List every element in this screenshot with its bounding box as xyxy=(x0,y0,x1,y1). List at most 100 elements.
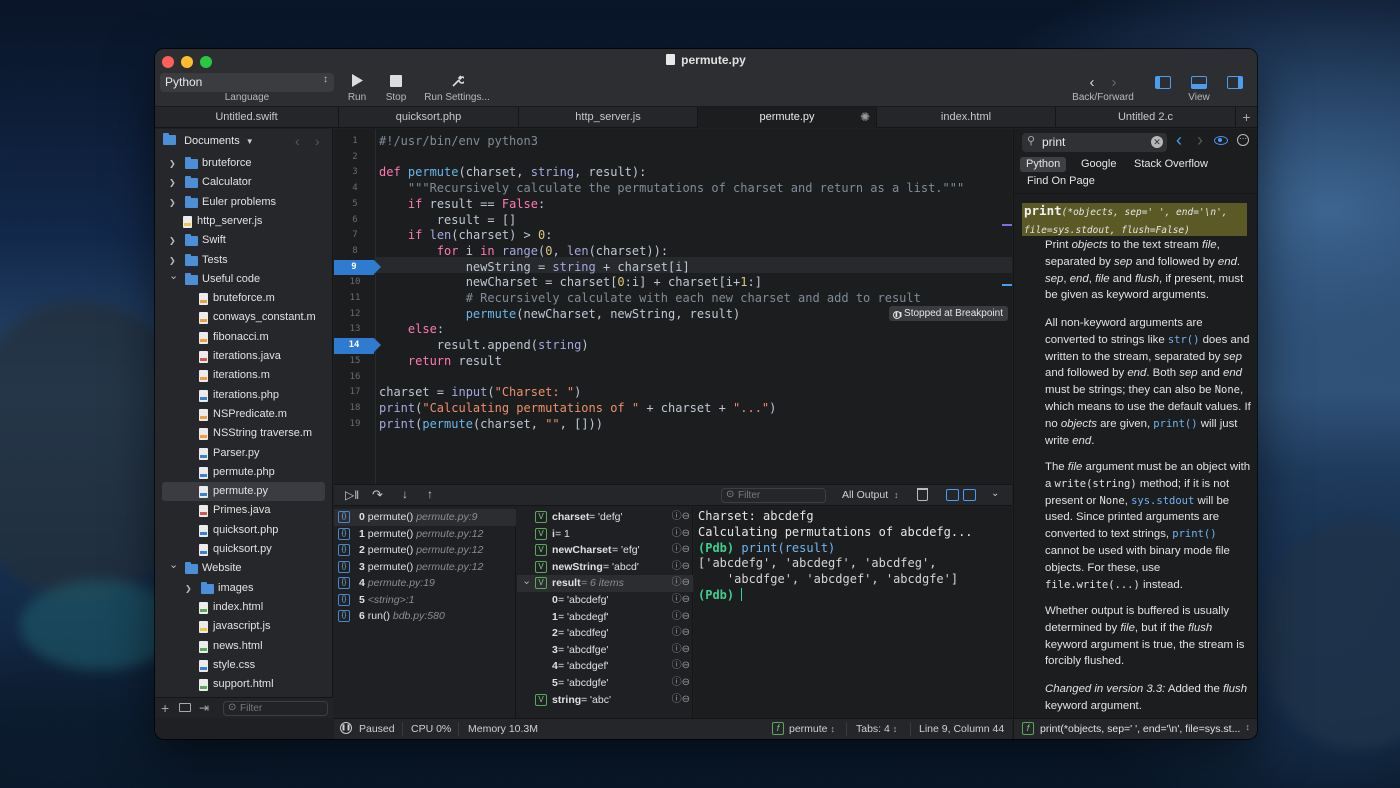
line-number[interactable]: 19 xyxy=(334,417,376,433)
output-select[interactable]: All Output ↕ xyxy=(842,489,899,501)
stack-frame[interactable]: {} 1 permute() permute.py:12 xyxy=(334,526,516,543)
tab-permute-py[interactable]: permute.py ✺ xyxy=(698,107,877,128)
chevron-right-icon[interactable]: ❯ xyxy=(169,173,176,192)
chevron-right-icon[interactable]: ❯ xyxy=(185,579,192,598)
toggle-right-sidebar-button[interactable] xyxy=(1227,76,1243,92)
chevron-down-icon[interactable]: ⌄ xyxy=(522,573,531,590)
file-row[interactable]: bruteforce.m xyxy=(155,289,333,308)
tab-quicksort-php[interactable]: quicksort.php xyxy=(339,107,519,128)
step-out-button[interactable]: ↑ xyxy=(427,487,433,501)
line-number[interactable]: 10 xyxy=(334,275,376,291)
variable-row[interactable]: 2 = 'abcdfeg' ⓘ⊖ xyxy=(517,625,693,642)
breakpoint-marker[interactable]: 9 xyxy=(334,259,381,276)
new-folder-button[interactable] xyxy=(179,703,191,712)
folder-row[interactable]: ❯ bruteforce xyxy=(155,154,333,173)
reveal-file-button[interactable]: ⇥ xyxy=(199,701,209,715)
info-icon[interactable]: ⓘ⊖ xyxy=(672,625,690,642)
line-number[interactable]: 2 xyxy=(334,150,376,166)
chevron-right-icon[interactable]: ❯ xyxy=(169,193,176,212)
line-number[interactable]: 4 xyxy=(334,181,376,197)
function-select[interactable]: permute ↕ xyxy=(789,723,835,735)
docs-tab-stack-overflow[interactable]: Stack Overflow xyxy=(1128,157,1214,172)
info-icon[interactable]: ⓘ⊖ xyxy=(672,675,690,692)
line-number[interactable]: 11 xyxy=(334,291,376,307)
line-number[interactable]: 17 xyxy=(334,385,376,401)
file-row[interactable]: NSString traverse.m xyxy=(155,424,333,443)
variable-row[interactable]: ⌄ Vresult = 6 items ⓘ⊖ xyxy=(517,575,693,592)
docs-tab-google[interactable]: Google xyxy=(1075,157,1122,172)
line-number[interactable]: 15 xyxy=(334,354,376,370)
chevron-down-icon[interactable]: ⌄ xyxy=(169,556,178,575)
tabs-select[interactable]: Tabs: 4 ↕ xyxy=(856,723,897,735)
file-row[interactable]: index.html xyxy=(155,598,333,617)
step-into-button[interactable]: ↓ xyxy=(402,487,408,501)
info-icon[interactable]: ⓘ⊖ xyxy=(672,692,690,709)
line-number[interactable]: 13 xyxy=(334,322,376,338)
file-row[interactable]: iterations.java xyxy=(155,347,333,366)
debug-console[interactable]: Charset: abcdefg Calculating permutations… xyxy=(694,507,1012,718)
folder-row[interactable]: ❯ images xyxy=(155,579,333,598)
chevron-right-icon[interactable]: ❯ xyxy=(169,231,176,250)
chevron-right-icon[interactable]: ❯ xyxy=(169,154,176,173)
file-row[interactable]: fibonacci.m xyxy=(155,328,333,347)
stack-frame[interactable]: {} 0 permute() permute.py:9 xyxy=(334,509,516,526)
line-number[interactable]: 12 xyxy=(334,307,376,323)
file-row[interactable]: http_server.js xyxy=(155,212,333,231)
stop-button[interactable] xyxy=(386,74,406,90)
folder-row[interactable]: ❯ Swift xyxy=(155,231,333,250)
eye-icon[interactable] xyxy=(1214,136,1228,145)
file-row[interactable]: news.html xyxy=(155,637,333,656)
variable-row[interactable]: VnewString = 'abcd' ⓘ⊖ xyxy=(517,559,693,576)
chevron-down-icon[interactable]: ⌄ xyxy=(991,488,999,499)
folder-row[interactable]: ❯ Euler problems xyxy=(155,193,333,212)
docs-search-input[interactable]: ⚲ print ✕ xyxy=(1022,133,1167,152)
folder-row[interactable]: ⌄ Useful code xyxy=(155,270,333,289)
new-tab-button[interactable]: + xyxy=(1236,107,1257,128)
sidebar-filter-input[interactable]: ⊙ Filter xyxy=(223,701,328,716)
info-icon[interactable]: ⓘ⊖ xyxy=(672,609,690,626)
folder-row[interactable]: ⌄ Website xyxy=(155,559,333,578)
variable-row[interactable]: Vcharset = 'defg' ⓘ⊖ xyxy=(517,509,693,526)
stack-frame[interactable]: {} 5 <string>:1 xyxy=(334,592,516,609)
documents-dropdown[interactable]: Documents xyxy=(184,135,240,147)
run-button[interactable] xyxy=(347,74,367,90)
file-row[interactable]: conways_constant.m xyxy=(155,308,333,327)
file-row[interactable]: quicksort.py xyxy=(155,540,333,559)
folder-row[interactable]: ❯ Tests xyxy=(155,251,333,270)
toggle-left-sidebar-button[interactable] xyxy=(1155,76,1171,92)
debug-filter-input[interactable]: ⊙ Filter xyxy=(721,488,826,503)
docs-back-button[interactable]: ‹ xyxy=(1176,130,1182,151)
line-number[interactable]: 5 xyxy=(334,197,376,213)
docs-footer[interactable]: f print(*objects, sep=' ', end='\n', fil… xyxy=(1014,718,1257,739)
variable-row[interactable]: 3 = 'abcdfge' ⓘ⊖ xyxy=(517,642,693,659)
stack-frame[interactable]: {} 2 permute() permute.py:12 xyxy=(334,542,516,559)
pause-icon[interactable]: ❚❚ xyxy=(340,722,352,734)
tab-untitled-2-c[interactable]: Untitled 2.c xyxy=(1056,107,1236,128)
line-number[interactable]: 1 xyxy=(334,134,376,150)
split-left-icon[interactable] xyxy=(946,489,959,501)
stack-frame[interactable]: {} 6 run() bdb.py:580 xyxy=(334,608,516,625)
docs-tab-find-on-page[interactable]: Find On Page xyxy=(1021,174,1101,189)
language-select[interactable]: Python ↕ xyxy=(160,73,334,92)
file-row[interactable]: support.html xyxy=(155,675,333,694)
clear-search-icon[interactable]: ✕ xyxy=(1151,136,1163,148)
file-row[interactable]: quicksort.php xyxy=(155,521,333,540)
line-number[interactable]: 7 xyxy=(334,228,376,244)
stack-frame[interactable]: {} 4 permute.py:19 xyxy=(334,575,516,592)
file-row[interactable]: iterations.php xyxy=(155,386,333,405)
info-icon[interactable]: ⓘ⊖ xyxy=(672,592,690,609)
sidebar-back-button[interactable]: ‹ xyxy=(295,129,300,154)
line-number-gutter[interactable]: 1 2 3 4 5 6 7 8 9 10 11 12 13 14 15 16 17 18 19 xyxy=(334,129,381,484)
line-number[interactable]: 18 xyxy=(334,401,376,417)
file-row[interactable]: Primes.java xyxy=(155,501,333,520)
continue-button[interactable]: ▷‖ xyxy=(345,488,359,502)
variable-row[interactable]: 5 = 'abcdgfe' ⓘ⊖ xyxy=(517,675,693,692)
forward-button[interactable]: › xyxy=(1107,74,1121,91)
tab-index-html[interactable]: index.html xyxy=(877,107,1056,128)
line-number[interactable]: 16 xyxy=(334,370,376,386)
line-number[interactable]: 8 xyxy=(334,244,376,260)
trash-icon[interactable] xyxy=(917,488,928,501)
info-icon[interactable]: ⓘ⊖ xyxy=(672,509,690,526)
add-item-button[interactable]: + xyxy=(161,700,169,716)
line-number[interactable]: 6 xyxy=(334,213,376,229)
